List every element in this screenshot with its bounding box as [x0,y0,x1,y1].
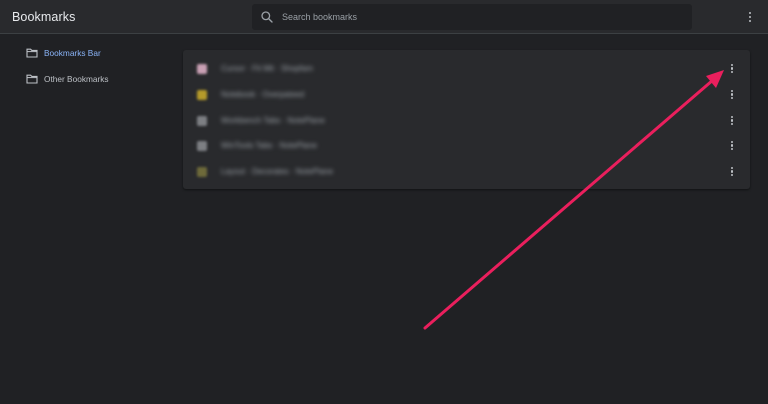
favicon-icon [197,166,207,177]
sidebar-item-bookmarks-bar[interactable]: Bookmarks Bar [26,46,101,60]
more-vert-icon[interactable] [725,114,739,128]
bookmark-row[interactable]: WinTools Tabs · NotePlane [183,133,750,158]
favicon-icon [197,115,207,126]
toolbar: Bookmarks [0,0,768,34]
more-vert-icon[interactable] [725,165,739,179]
search-box[interactable] [252,4,692,30]
search-input[interactable] [282,6,692,28]
sidebar-item-label: Bookmarks Bar [44,48,101,58]
sidebar-item-label: Other Bookmarks [44,74,109,84]
bookmark-row[interactable]: Workbench Tabs · NotePlane [183,108,750,133]
bookmark-title: Notebook · Overpateed [221,90,305,99]
favicon-icon [197,63,207,74]
bookmark-row[interactable]: Cursor · Fit Mit · Shopfam [183,56,750,81]
bookmark-row[interactable]: Notebook · Overpateed [183,82,750,107]
bookmark-title: Layout · Decorates · NotePlane [221,167,334,176]
favicon-icon [197,89,207,100]
favicon-icon [197,140,207,151]
sidebar-item-other-bookmarks[interactable]: Other Bookmarks [26,72,109,86]
folder-icon [26,74,38,84]
bookmark-title: Workbench Tabs · NotePlane [221,116,325,125]
more-vert-icon[interactable] [725,139,739,153]
more-vert-icon[interactable] [725,62,739,76]
page-title: Bookmarks [12,10,76,24]
bookmark-list: Cursor · Fit Mit · Shopfam Notebook · Ov… [183,50,750,189]
more-vert-icon[interactable] [743,10,757,24]
search-icon [260,10,274,24]
bookmark-title: WinTools Tabs · NotePlane [221,141,317,150]
more-vert-icon[interactable] [725,88,739,102]
bookmark-row[interactable]: Layout · Decorates · NotePlane [183,159,750,184]
bookmark-title: Cursor · Fit Mit · Shopfam [221,64,314,73]
folder-icon [26,48,38,58]
